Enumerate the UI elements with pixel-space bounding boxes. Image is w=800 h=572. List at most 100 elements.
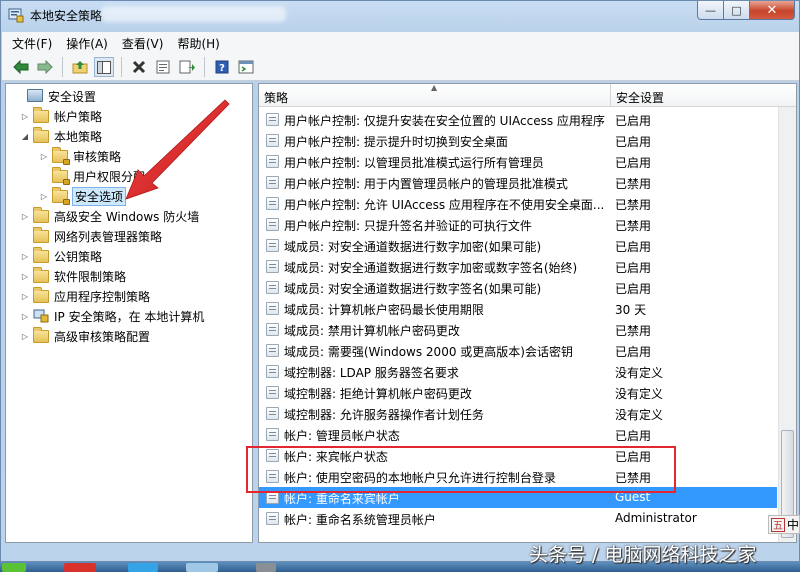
table-row[interactable]: 域成员: 对安全通道数据进行数字加密或数字签名(始终) 已启用	[259, 256, 777, 277]
folder-icon	[33, 227, 49, 243]
menu-action[interactable]: 操作(A)	[66, 35, 108, 52]
tree-item-ip-security[interactable]: ▷ IP 安全策略，在 本地计算机	[20, 306, 204, 326]
tree-item-label: 高级审核策略配置	[54, 329, 151, 344]
maximize-button[interactable]: □	[724, 1, 750, 20]
table-row[interactable]: 帐户: 重命名系统管理员帐户 Administrator	[259, 508, 777, 529]
security-setting-value: 已禁用	[615, 324, 652, 338]
folder-icon	[33, 267, 49, 283]
folder-icon	[33, 107, 49, 123]
tree-item-public-key[interactable]: ▷ 公钥策略	[20, 246, 102, 266]
table-row[interactable]: 域成员: 对安全通道数据进行数字加密(如果可能) 已启用	[259, 235, 777, 256]
title-bar[interactable]: 本地安全策略 — □ ✕	[1, 1, 800, 29]
tree-item-software-restriction[interactable]: ▷ 软件限制策略	[20, 266, 126, 286]
security-setting-value: 没有定义	[615, 366, 664, 380]
expand-arrow-icon[interactable]: ▷	[20, 292, 30, 301]
navigation-tree[interactable]: 安全设置 ▷ 帐户策略 ◢ 本地策略 ▷ 审核策略 用户权限分配 ▷ 安全选项 …	[5, 83, 253, 543]
show-tree-icon[interactable]	[94, 57, 114, 77]
security-setting-value: 已启用	[615, 114, 652, 128]
start-orb-icon[interactable]	[2, 563, 26, 572]
minimize-button[interactable]: —	[697, 1, 724, 20]
policy-icon	[266, 512, 279, 525]
tree-item-firewall[interactable]: ▷ 高级安全 Windows 防火墙	[20, 206, 199, 226]
ime-indicator[interactable]: 五 中	[768, 515, 800, 534]
tree-item-label: 网络列表管理器策略	[54, 229, 163, 244]
table-row[interactable]: 域控制器: LDAP 服务器签名要求 没有定义	[259, 361, 777, 382]
tree-item-network-list[interactable]: 网络列表管理器策略	[20, 226, 162, 246]
table-row[interactable]: 用户帐户控制: 用于内置管理员帐户的管理员批准模式 已禁用	[259, 172, 777, 193]
policy-icon	[266, 323, 279, 336]
security-setting-value: 已启用	[615, 345, 652, 359]
policy-icon	[266, 176, 279, 189]
tree-item-app-control[interactable]: ▷ 应用程序控制策略	[20, 286, 150, 306]
tree-item-account-policies[interactable]: ▷ 帐户策略	[20, 106, 102, 126]
expand-arrow-icon[interactable]: ▷	[39, 152, 49, 161]
tree-item-local-policies[interactable]: ◢ 本地策略	[20, 126, 102, 146]
policy-name: 用户帐户控制: 用于内置管理员帐户的管理员批准模式	[284, 177, 568, 191]
tree-item-label: 本地策略	[54, 129, 103, 144]
policy-icon	[266, 218, 279, 231]
security-setting-value: 已启用	[615, 135, 652, 149]
forward-icon[interactable]	[35, 57, 55, 77]
collapse-arrow-icon[interactable]: ◢	[20, 132, 30, 141]
policy-name: 域控制器: 拒绝计算机帐户密码更改	[284, 387, 472, 401]
table-row[interactable]: 域成员: 计算机帐户密码最长使用期限 30 天	[259, 298, 777, 319]
toolbar-separator	[121, 57, 122, 77]
table-row[interactable]: 帐户: 管理员帐户状态 已启用	[259, 424, 777, 445]
list-header: 策略 ▲ 安全设置	[259, 84, 796, 107]
menu-file[interactable]: 文件(F)	[12, 35, 52, 52]
properties-icon[interactable]	[153, 57, 173, 77]
table-row[interactable]: 用户帐户控制: 允许 UIAccess 应用程序在不使用安全桌面... 已禁用	[259, 193, 777, 214]
expand-arrow-icon[interactable]: ▷	[20, 212, 30, 221]
window-controls: — □ ✕	[697, 1, 795, 21]
menu-help[interactable]: 帮助(H)	[177, 35, 219, 52]
policy-icon	[266, 155, 279, 168]
table-row[interactable]: 域成员: 禁用计算机帐户密码更改 已禁用	[259, 319, 777, 340]
table-row[interactable]: 用户帐户控制: 以管理员批准模式运行所有管理员 已启用	[259, 151, 777, 172]
close-button[interactable]: ✕	[750, 1, 795, 20]
policy-name: 域成员: 对安全通道数据进行数字加密(如果可能)	[284, 240, 542, 254]
help-icon[interactable]: ?	[212, 57, 232, 77]
tree-item-label: 安全设置	[48, 89, 97, 104]
taskbar-app-icon[interactable]	[186, 563, 218, 572]
table-row[interactable]: 域控制器: 拒绝计算机帐户密码更改 没有定义	[259, 382, 777, 403]
taskbar-app-icon[interactable]	[256, 563, 276, 572]
policy-icon	[266, 197, 279, 210]
tree-item-security-settings[interactable]: 安全设置	[14, 86, 96, 106]
table-row[interactable]: 域成员: 对安全通道数据进行数字签名(如果可能) 已启用	[259, 277, 777, 298]
policy-name: 用户帐户控制: 允许 UIAccess 应用程序在不使用安全桌面...	[284, 198, 605, 212]
table-row[interactable]: 用户帐户控制: 提示提升时切换到安全桌面 已启用	[259, 130, 777, 151]
expand-arrow-icon[interactable]: ▷	[20, 272, 30, 281]
security-setting-value: 已禁用	[615, 219, 652, 233]
back-icon[interactable]	[11, 57, 31, 77]
console-icon[interactable]	[236, 57, 256, 77]
delete-icon[interactable]	[129, 57, 149, 77]
tree-item-label: 软件限制策略	[54, 269, 127, 284]
expand-arrow-icon[interactable]: ▷	[20, 252, 30, 261]
export-icon[interactable]	[177, 57, 197, 77]
expand-arrow-icon[interactable]: ▷	[39, 192, 49, 201]
ime-mode-icon: 五	[771, 517, 785, 532]
policy-name: 帐户: 管理员帐户状态	[284, 429, 400, 443]
watermark: 头条号 / 电脑网络科技之家	[529, 544, 757, 566]
policy-icon	[266, 134, 279, 147]
tree-item-security-options[interactable]: ▷ 安全选项	[39, 186, 127, 206]
expand-arrow-icon[interactable]: ▷	[20, 112, 30, 121]
taskbar-app-icon[interactable]	[64, 563, 96, 572]
menu-view[interactable]: 查看(V)	[122, 35, 164, 52]
vertical-scrollbar[interactable]	[778, 107, 796, 542]
table-row[interactable]: 用户帐户控制: 只提升签名并验证的可执行文件 已禁用	[259, 214, 777, 235]
expand-arrow-icon[interactable]: ▷	[20, 312, 30, 321]
table-row[interactable]: 域控制器: 允许服务器操作者计划任务 没有定义	[259, 403, 777, 424]
tree-item-advanced-audit[interactable]: ▷ 高级审核策略配置	[20, 326, 150, 346]
up-folder-icon[interactable]	[70, 57, 90, 77]
column-header-policy[interactable]: 策略	[264, 89, 288, 106]
tree-item-audit-policy[interactable]: ▷ 审核策略	[39, 146, 121, 166]
expand-arrow-icon[interactable]: ▷	[20, 332, 30, 341]
taskbar-app-icon[interactable]	[128, 563, 158, 572]
table-row[interactable]: 用户帐户控制: 仅提升安装在安全位置的 UIAccess 应用程序 已启用	[259, 109, 777, 130]
folder-lock-icon	[52, 147, 70, 165]
column-header-setting[interactable]: 安全设置	[616, 89, 664, 106]
column-divider[interactable]	[610, 84, 611, 107]
tree-item-user-rights[interactable]: 用户权限分配	[39, 166, 145, 186]
table-row[interactable]: 域成员: 需要强(Windows 2000 或更高版本)会话密钥 已启用	[259, 340, 777, 361]
